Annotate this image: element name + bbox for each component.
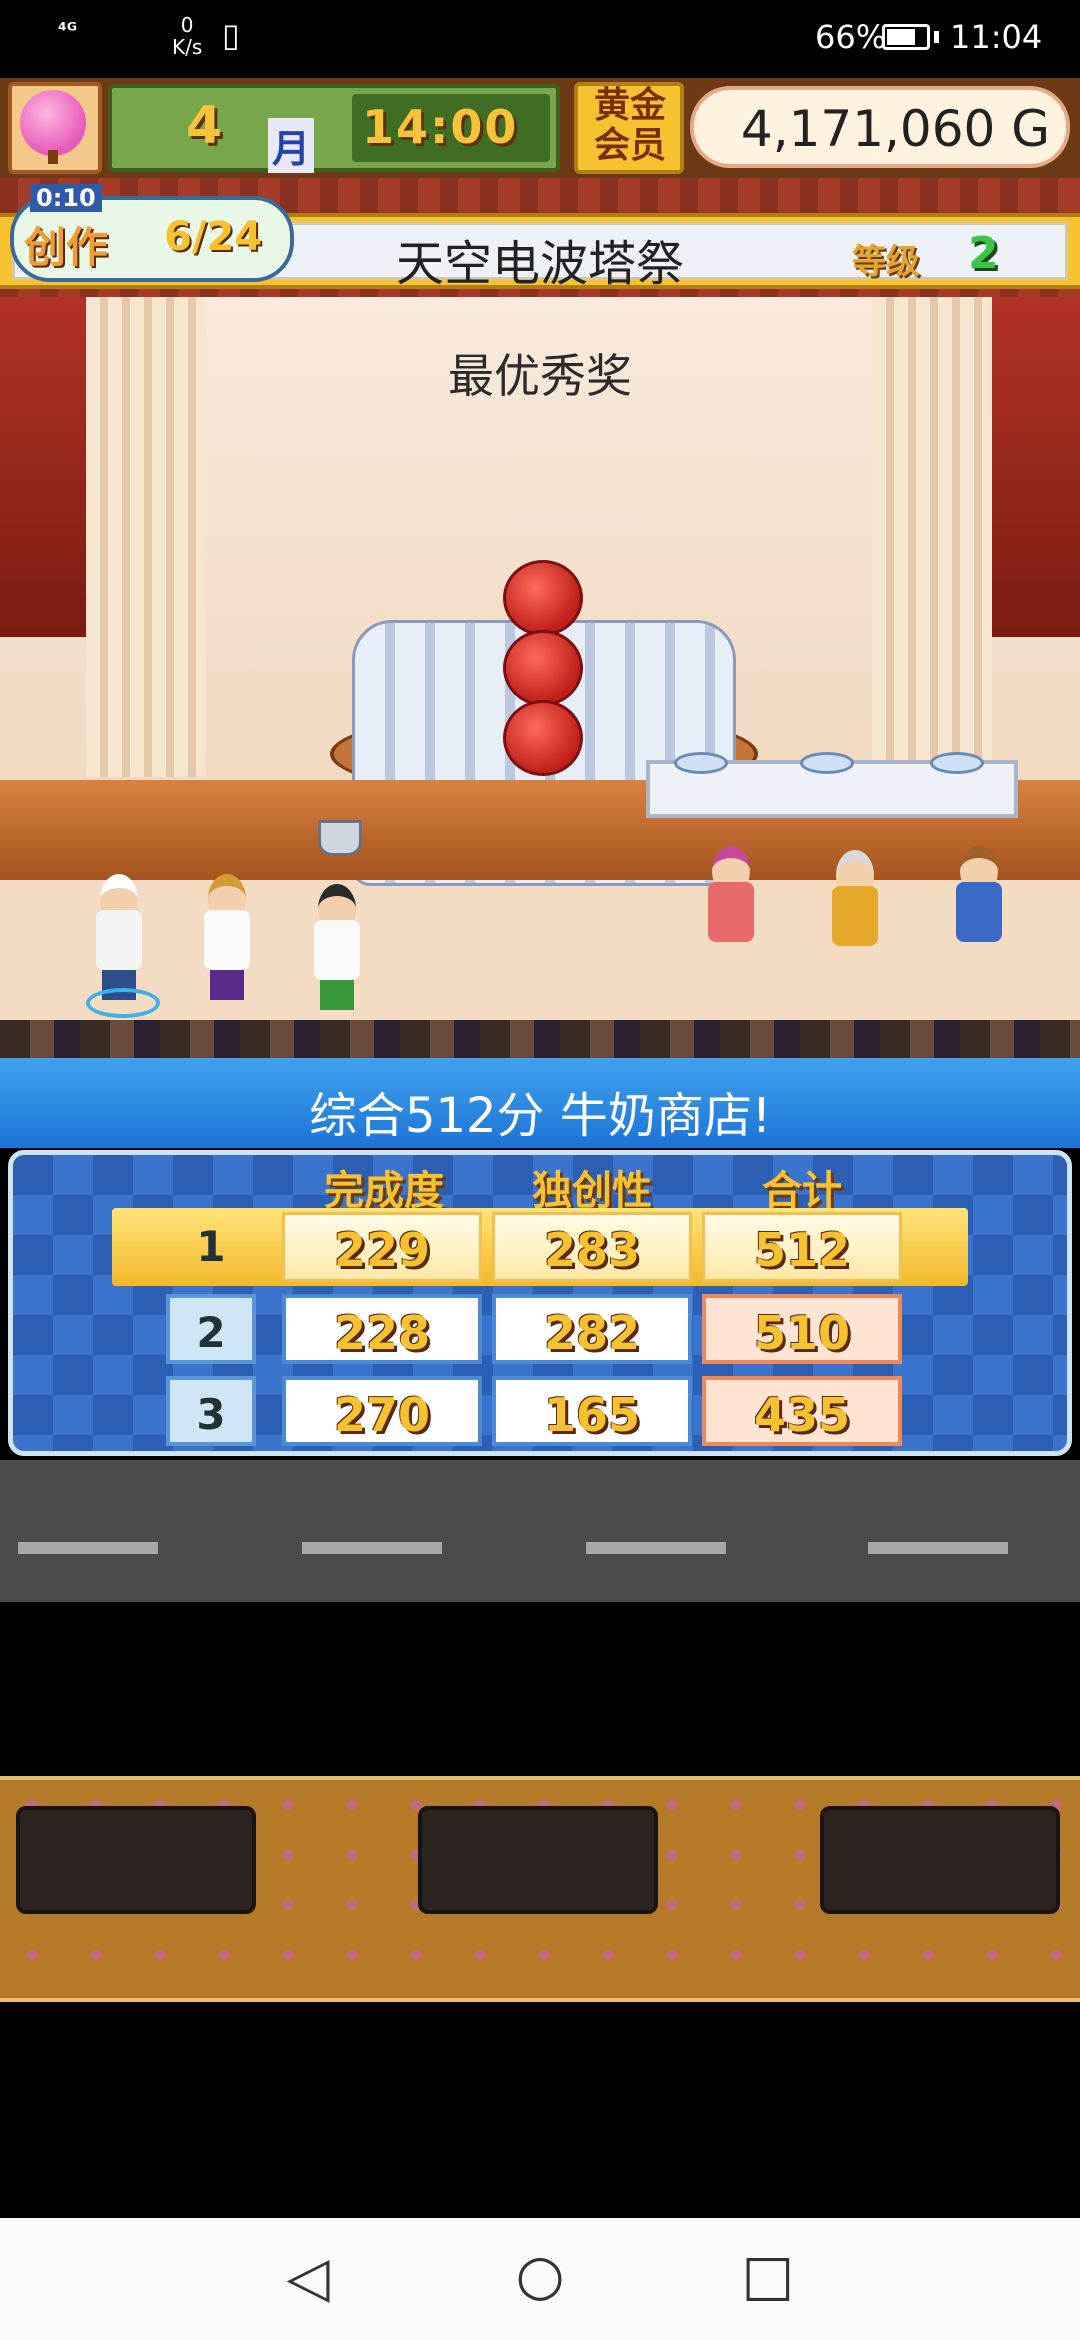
table-cell-originality: 165: [492, 1376, 692, 1446]
money-amount: 4,171,060 G: [740, 100, 1050, 158]
strawberry-icon: [503, 560, 583, 636]
chef-character: [92, 874, 146, 1004]
judge-character: [704, 846, 758, 976]
staff-character: [200, 874, 254, 1004]
recent-apps-icon[interactable]: □: [728, 2248, 808, 2304]
event-rank-label: 等级: [852, 242, 920, 282]
menu-slot-center-button[interactable]: [418, 1806, 658, 1914]
vibrate-icon: ▯: [222, 16, 240, 54]
table-row-rank: 1: [196, 1222, 226, 1271]
judge-character: [952, 846, 1006, 976]
month-number: 4: [186, 96, 223, 156]
creation-label: 创作: [24, 223, 109, 272]
event-rank-value: 2: [968, 228, 999, 279]
result-summary: 综合512分 牛奶商店!: [308, 1088, 772, 1144]
lane-marking: [18, 1542, 158, 1554]
table-cell-completion: 270: [282, 1376, 482, 1446]
network-speed-value: 0: [180, 13, 194, 37]
home-icon[interactable]: ○: [500, 2248, 580, 2304]
lane-marking: [586, 1542, 726, 1554]
table-cell-total: 512: [702, 1212, 902, 1282]
battery-tip-icon: [934, 31, 939, 43]
table-cell-completion: 228: [282, 1294, 482, 1364]
trophy-icon: [318, 820, 362, 856]
audience-row: [0, 1020, 1080, 1060]
staff-character: [310, 884, 364, 1014]
creation-timer: 0:10: [30, 184, 102, 212]
menu-slot-right-button[interactable]: [820, 1806, 1060, 1914]
table-cell-originality: 283: [492, 1212, 692, 1282]
strawberry-icon: [503, 700, 583, 776]
table-cell-originality: 282: [492, 1294, 692, 1364]
tree-trunk-icon: [48, 150, 58, 164]
plate-icon: [930, 752, 984, 774]
network-speed-unit: K/s: [172, 35, 203, 59]
status-time: 11:04: [950, 18, 1043, 56]
network-speed: 0 K/s: [172, 14, 202, 58]
road: [0, 1460, 1080, 1602]
plate-icon: [674, 752, 728, 774]
system-nav-bar: ◁ ○ □: [0, 2218, 1080, 2340]
plate-icon: [800, 752, 854, 774]
table-row-rank: 2: [166, 1294, 256, 1364]
game-clock: 14:00: [362, 100, 519, 154]
gold-member-label: 黄金会员: [593, 85, 666, 166]
signal-icon: ⁴ᴳ: [58, 18, 78, 42]
judge-character: [828, 850, 882, 980]
back-icon[interactable]: ◁: [268, 2250, 348, 2306]
creation-progress: 6/24: [164, 214, 263, 260]
sakura-tree-icon: [20, 90, 86, 156]
award-title: 最优秀奖: [448, 349, 632, 403]
battery-percent: 66%: [815, 18, 887, 56]
table-row-rank: 3: [166, 1376, 256, 1446]
menu-slot-left-button[interactable]: [16, 1806, 256, 1914]
strawberry-icon: [503, 630, 583, 706]
lane-marking: [868, 1542, 1008, 1554]
lane-marking: [302, 1542, 442, 1554]
table-cell-completion: 229: [282, 1212, 482, 1282]
table-cell-total: 435: [702, 1376, 902, 1446]
battery-icon: [882, 24, 930, 50]
month-label: 月: [268, 118, 315, 173]
table-cell-total: 510: [702, 1294, 902, 1364]
status-bar: ⁴ᴳ 0 K/s ▯ 66% 11:04: [0, 0, 1080, 78]
selection-ring-icon: [86, 988, 160, 1018]
